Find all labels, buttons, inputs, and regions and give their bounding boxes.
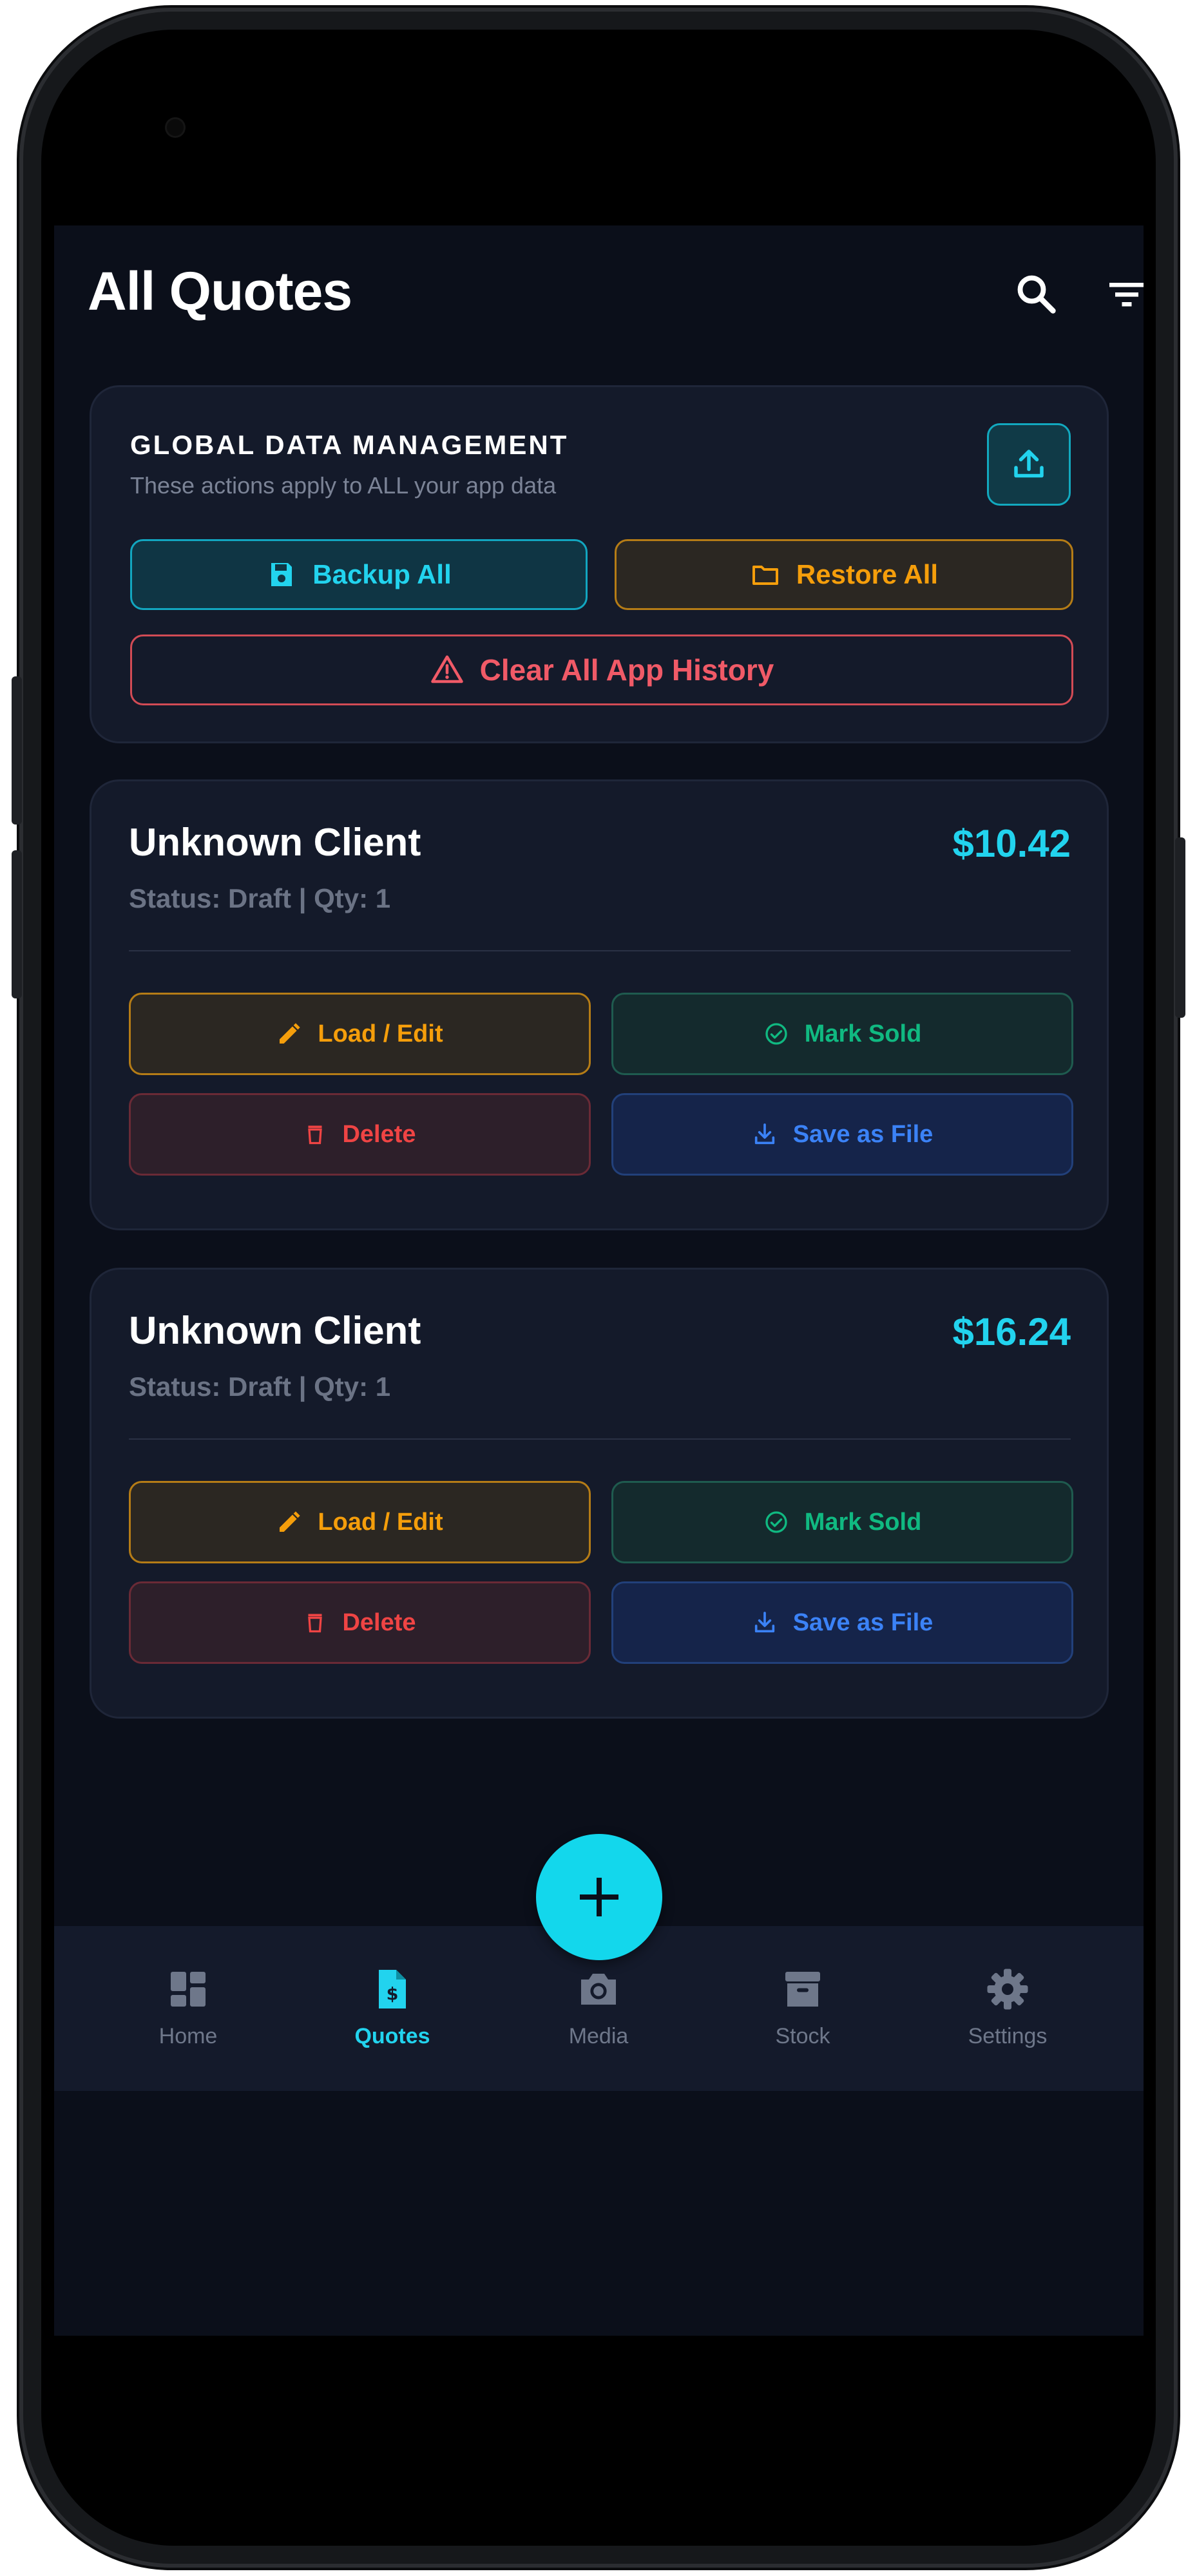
save-as-file-button[interactable]: Save as File — [611, 1581, 1073, 1664]
trash-icon — [308, 1125, 323, 1145]
check-circle-icon — [765, 1511, 787, 1533]
mark-sold-label: Mark Sold — [804, 1020, 922, 1047]
backup-all-label: Backup All — [312, 559, 452, 589]
archive-box-icon — [785, 1972, 820, 2007]
pencil-icon — [280, 1023, 301, 1044]
mark-sold-label: Mark Sold — [804, 1508, 922, 1536]
load-edit-button[interactable]: Load / Edit — [129, 993, 591, 1075]
quote-amount: $16.24 — [952, 1310, 1071, 1353]
quote-card: Unknown Client $16.24 Status: Draft | Qt… — [90, 1268, 1109, 1719]
global-data-card: GLOBAL DATA MANAGEMENT These actions app… — [90, 385, 1109, 743]
save-as-file-label: Save as File — [792, 1608, 934, 1636]
save-icon — [271, 563, 292, 586]
delete-button[interactable]: Delete — [129, 1093, 591, 1176]
clear-history-label: Clear All App History — [479, 653, 774, 687]
nav-item-home[interactable]: Home — [91, 1926, 285, 2091]
download-icon — [754, 1123, 774, 1145]
power-button — [1175, 837, 1185, 1018]
trash-icon — [308, 1614, 323, 1633]
quote-document-icon: $ — [379, 1970, 406, 2008]
save-as-file-label: Save as File — [792, 1120, 934, 1148]
nav-label-quotes: Quotes — [354, 2024, 430, 2048]
add-quote-button[interactable] — [536, 1834, 662, 1960]
load-edit-label: Load / Edit — [318, 1508, 443, 1536]
app-screen: All Quotes GLOBAL DATA MANAGEMENT These … — [54, 225, 1144, 2336]
mark-sold-button[interactable]: Mark Sold — [611, 993, 1073, 1075]
volume-up-button — [12, 676, 22, 825]
check-circle-icon — [765, 1023, 787, 1045]
global-data-subtitle: These actions apply to ALL your app data — [130, 472, 557, 499]
svg-text:$: $ — [387, 1985, 399, 2005]
restore-all-label: Restore All — [796, 559, 939, 589]
export-button[interactable] — [987, 423, 1071, 506]
pencil-icon — [280, 1511, 301, 1532]
upload-icon — [1014, 450, 1044, 478]
quote-card: Unknown Client $10.42 Status: Draft | Qt… — [90, 779, 1109, 1230]
nav-label-home: Home — [158, 2024, 218, 2048]
mark-sold-button[interactable]: Mark Sold — [611, 1481, 1073, 1563]
camera-icon — [581, 1974, 616, 2005]
plus-icon — [580, 1878, 618, 1916]
nav-item-settings[interactable]: Settings — [911, 1926, 1104, 2091]
load-edit-label: Load / Edit — [318, 1020, 443, 1047]
folder-icon — [752, 566, 778, 585]
client-name: Unknown Client — [129, 1309, 421, 1352]
warning-icon — [430, 655, 463, 683]
filter-button[interactable] — [1098, 265, 1144, 323]
nav-item-stock[interactable]: Stock — [706, 1926, 899, 2091]
nav-label-settings: Settings — [968, 2024, 1048, 2048]
nav-label-stock: Stock — [775, 2024, 830, 2048]
clear-history-button[interactable]: Clear All App History — [130, 634, 1073, 705]
client-name: Unknown Client — [129, 821, 421, 864]
search-icon — [1017, 275, 1056, 314]
save-as-file-button[interactable]: Save as File — [611, 1093, 1073, 1176]
quote-status: Status: Draft | Qty: 1 — [129, 1371, 391, 1402]
dashboard-icon — [171, 1972, 206, 2007]
backup-all-button[interactable]: Backup All — [130, 539, 588, 610]
delete-label: Delete — [342, 1608, 416, 1636]
divider — [129, 950, 1071, 951]
nav-item-quotes[interactable]: $ Quotes — [296, 1926, 489, 2091]
divider — [129, 1438, 1071, 1440]
quote-amount: $10.42 — [952, 822, 1071, 865]
nav-label-media: Media — [568, 2024, 629, 2048]
restore-all-button[interactable]: Restore All — [615, 539, 1073, 610]
delete-button[interactable]: Delete — [129, 1581, 591, 1664]
load-edit-button[interactable]: Load / Edit — [129, 1481, 591, 1563]
search-button[interactable] — [1008, 265, 1066, 323]
gear-icon — [987, 1969, 1028, 2010]
delete-label: Delete — [342, 1120, 416, 1148]
download-icon — [754, 1612, 774, 1633]
page-title: All Quotes — [88, 261, 352, 321]
volume-down-button — [12, 850, 22, 998]
quote-status: Status: Draft | Qty: 1 — [129, 883, 391, 913]
front-camera — [167, 119, 184, 136]
global-data-title: GLOBAL DATA MANAGEMENT — [130, 430, 569, 460]
filter-icon — [1109, 283, 1144, 307]
